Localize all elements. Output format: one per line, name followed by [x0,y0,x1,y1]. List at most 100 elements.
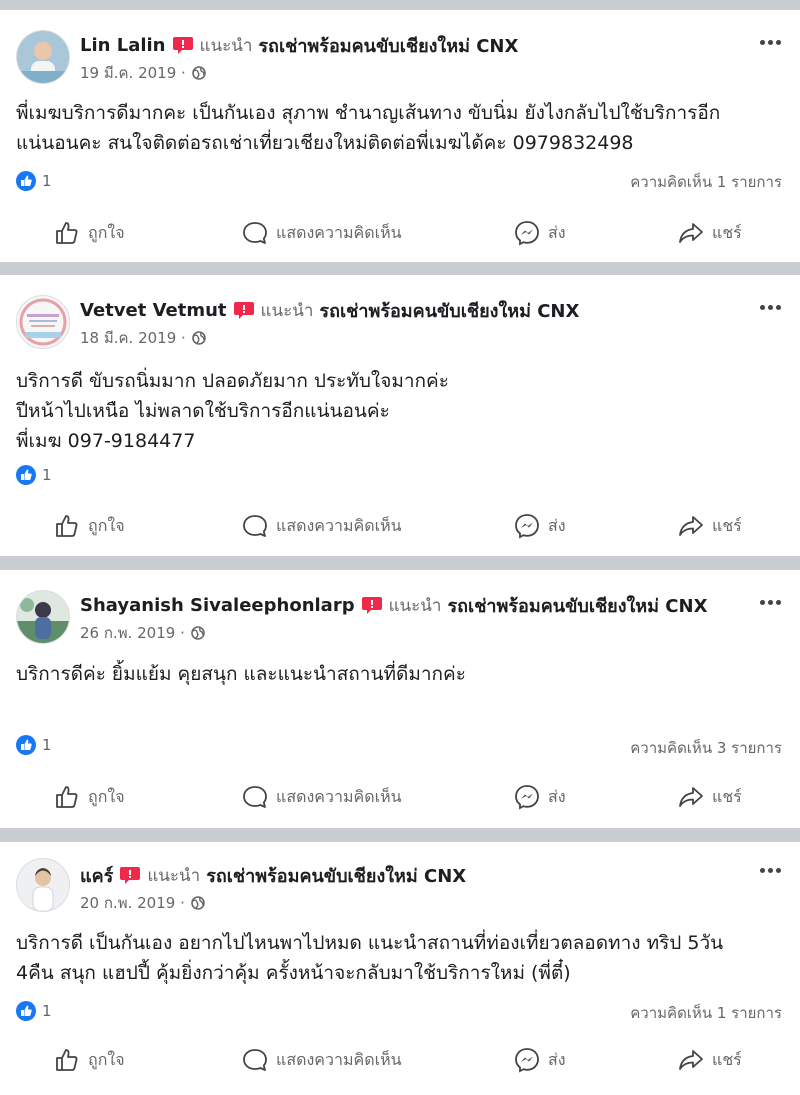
messenger-icon [515,1048,539,1073]
avatar[interactable] [16,590,70,644]
like-label: ถูกใจ [88,786,125,806]
post-meta: 26 ก.พ. 2019 · [80,622,205,644]
send-button[interactable]: ส่ง [514,213,566,253]
more-options-icon[interactable] [756,860,784,880]
post-text: พี่เมฆบริการดีมากคะ เป็นกันเอง สุภาพ ชำน… [16,98,784,158]
reaction-summary[interactable]: 1 [16,1000,52,1022]
comment-count[interactable]: ความคิดเห็น 1 รายการ [630,1001,782,1025]
post-meta: 20 ก.พ. 2019 · [80,892,205,914]
like-button[interactable]: ถูกใจ [54,213,125,253]
post-header: แคร์ แนะนำ รถเช่าพร้อมคนขับเชียงใหม่ CNX [80,860,466,890]
page-name[interactable]: รถเช่าพร้อมคนขับเชียงใหม่ CNX [258,31,518,60]
send-button[interactable]: ส่ง [514,506,566,546]
share-button[interactable]: แชร์ [678,213,742,253]
comment-icon [243,515,267,537]
comment-label: แสดงความคิดเห็น [276,1049,402,1069]
author-name[interactable]: แคร์ [80,861,113,890]
share-icon [679,787,703,807]
more-options-icon[interactable] [756,592,784,612]
globe-icon [191,331,206,345]
share-icon [679,223,703,243]
reaction-count: 1 [42,466,52,484]
like-reaction-icon [16,171,36,191]
like-label: ถูกใจ [88,1049,125,1069]
page-name[interactable]: รถเช่าพร้อมคนขับเชียงใหม่ CNX [319,296,579,325]
post-text-line: พี่เมฆ 097-9184477 [16,430,196,452]
like-reaction-icon [16,465,36,485]
send-label: ส่ง [548,222,566,242]
comment-button[interactable]: แสดงความคิดเห็น [242,1040,402,1080]
reaction-count: 1 [42,172,52,190]
recommendation-icon [361,597,382,614]
comment-count[interactable]: ความคิดเห็น 3 รายการ [630,736,782,760]
post-text-line: บริการดีค่ะ ยิ้มแย้ม คุยสนุก และแนะนำสถา… [16,663,466,685]
share-button[interactable]: แชร์ [678,506,742,546]
recommendation-icon [233,302,254,319]
like-label: ถูกใจ [88,222,125,242]
send-button[interactable]: ส่ง [514,777,566,817]
post-header: Lin Lalin แนะนำ รถเช่าพร้อมคนขับเชียงใหม… [80,30,518,60]
recommend-label: แนะนำ [147,865,201,886]
post-text-line: พี่เมฆบริการดีมากคะ เป็นกันเอง สุภาพ ชำน… [16,102,721,124]
more-options-icon[interactable] [756,297,784,317]
action-bar: ถูกใจ แสดงความคิดเห็น ส่ง แชร์ [0,506,800,546]
send-label: ส่ง [548,786,566,806]
action-bar: ถูกใจ แสดงความคิดเห็น ส่ง แชร์ [0,1040,800,1080]
comment-button[interactable]: แสดงความคิดเห็น [242,506,402,546]
review-post: Shayanish Sivaleephonlarp แนะนำ รถเช่าพร… [0,570,800,828]
comment-count[interactable]: ความคิดเห็น 1 รายการ [630,170,782,194]
messenger-icon [515,514,539,539]
recommend-label: แนะนำ [199,35,253,56]
comment-button[interactable]: แสดงความคิดเห็น [242,213,402,253]
post-text: บริการดี ขับรถนิ่มมาก ปลอดภัยมาก ประทับใ… [16,366,784,456]
send-label: ส่ง [548,515,566,535]
like-button[interactable]: ถูกใจ [54,1040,125,1080]
post-text-line: บริการดี เป็นกันเอง อยากไปไหนพาไปหมด แนะ… [16,932,724,954]
like-button[interactable]: ถูกใจ [54,777,125,817]
share-icon [679,516,703,536]
post-meta: 19 มี.ค. 2019 · [80,62,206,84]
recommend-label: แนะนำ [260,300,314,321]
post-text-line: แน่นอนคะ สนใจติดต่อรถเช่าเที่ยวเชียงใหม่… [16,132,634,154]
like-reaction-icon [16,735,36,755]
share-label: แชร์ [712,222,742,242]
globe-icon [191,66,206,80]
share-label: แชร์ [712,1049,742,1069]
share-button[interactable]: แชร์ [678,1040,742,1080]
review-post: Vetvet Vetmut แนะนำ รถเช่าพร้อมคนขับเชีย… [0,275,800,556]
post-date[interactable]: 19 มี.ค. 2019 · [80,61,186,85]
author-name[interactable]: Lin Lalin [80,35,166,56]
like-button[interactable]: ถูกใจ [54,506,125,546]
thumbs-up-icon [56,786,78,808]
post-date[interactable]: 18 มี.ค. 2019 · [80,326,186,350]
comment-icon [243,786,267,808]
action-bar: ถูกใจ แสดงความคิดเห็น ส่ง แชร์ [0,777,800,817]
post-meta: 18 มี.ค. 2019 · [80,327,206,349]
page-name[interactable]: รถเช่าพร้อมคนขับเชียงใหม่ CNX [447,591,707,620]
post-date[interactable]: 26 ก.พ. 2019 · [80,621,185,645]
reaction-summary[interactable]: 1 [16,464,52,486]
author-name[interactable]: Vetvet Vetmut [80,300,227,321]
messenger-icon [515,221,539,246]
comment-icon [243,222,267,244]
avatar[interactable] [16,858,70,912]
share-button[interactable]: แชร์ [678,777,742,817]
author-name[interactable]: Shayanish Sivaleephonlarp [80,595,355,616]
send-button[interactable]: ส่ง [514,1040,566,1080]
avatar[interactable] [16,295,70,349]
post-text: บริการดีค่ะ ยิ้มแย้ม คุยสนุก และแนะนำสถา… [16,659,784,689]
post-text-line: 4คืน สนุก แฮปปี้ คุ้มยิ่งกว่าคุ้ม ครั้งห… [16,962,571,984]
post-date[interactable]: 20 ก.พ. 2019 · [80,891,185,915]
globe-icon [191,626,205,640]
reaction-summary[interactable]: 1 [16,734,52,756]
post-text: บริการดี เป็นกันเอง อยากไปไหนพาไปหมด แนะ… [16,928,784,988]
comment-label: แสดงความคิดเห็น [276,786,402,806]
page-name[interactable]: รถเช่าพร้อมคนขับเชียงใหม่ CNX [206,861,466,890]
avatar[interactable] [16,30,70,84]
post-header: Shayanish Sivaleephonlarp แนะนำ รถเช่าพร… [80,590,707,620]
reaction-summary[interactable]: 1 [16,170,52,192]
comment-button[interactable]: แสดงความคิดเห็น [242,777,402,817]
review-post: แคร์ แนะนำ รถเช่าพร้อมคนขับเชียงใหม่ CNX… [0,842,800,1095]
more-options-icon[interactable] [756,32,784,52]
recommend-label: แนะนำ [388,595,442,616]
